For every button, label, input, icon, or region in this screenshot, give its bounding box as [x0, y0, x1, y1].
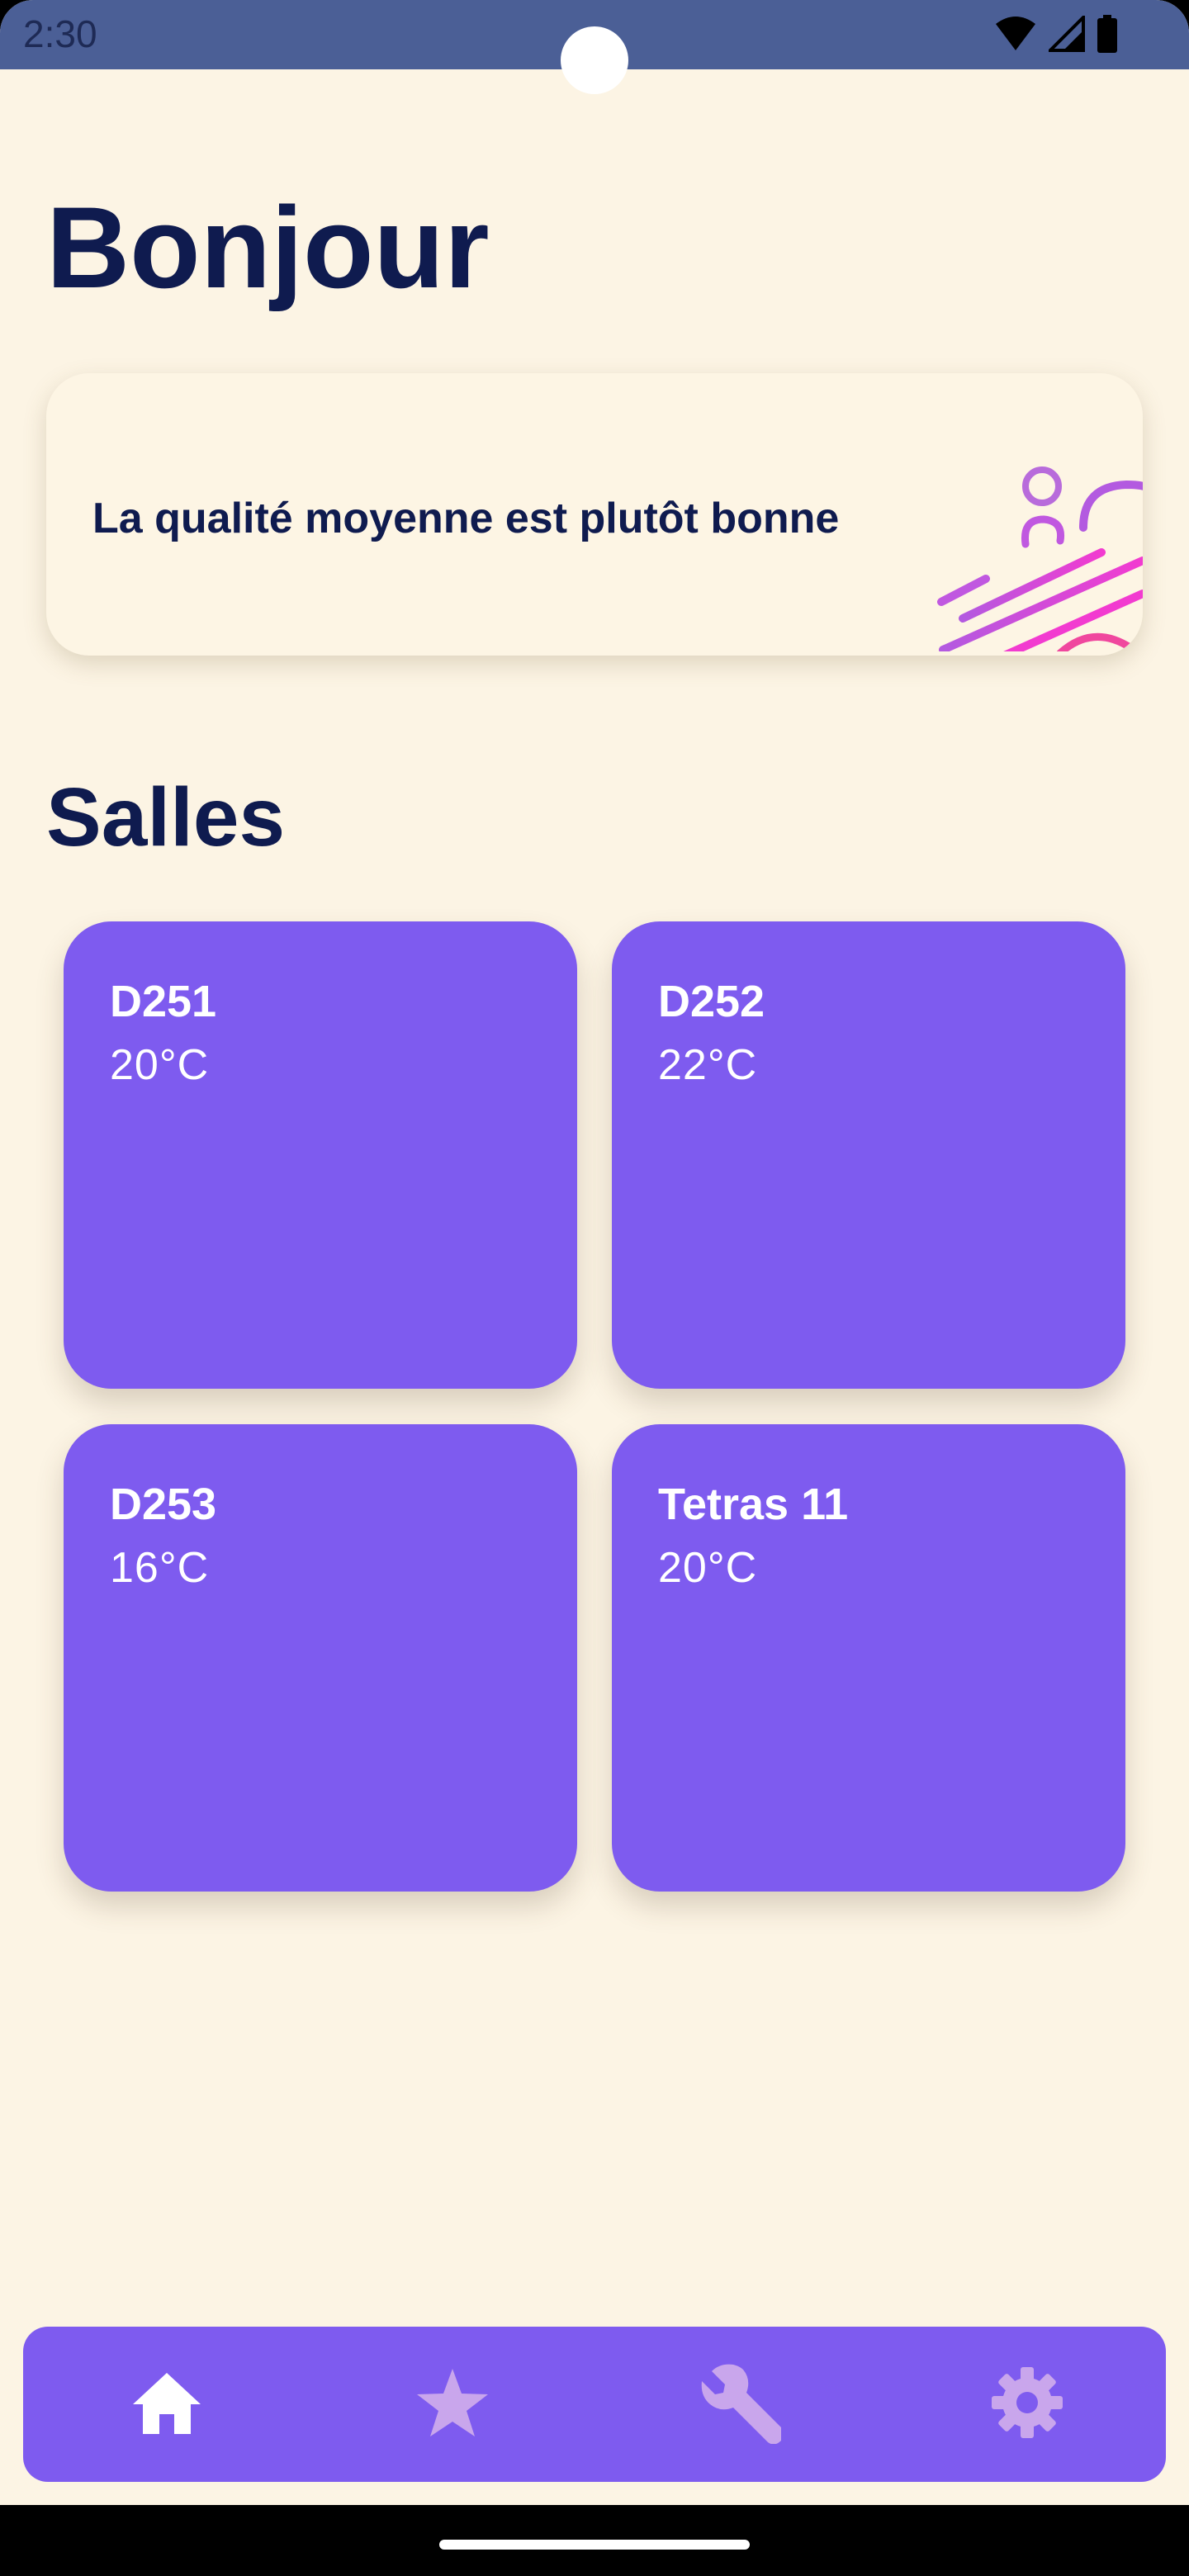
camera-cutout: [561, 26, 628, 94]
room-name: D251: [110, 977, 217, 1026]
air-quality-card[interactable]: La qualité moyenne est plutôt bonne: [46, 373, 1143, 656]
nav-item-favorites[interactable]: [411, 2363, 494, 2446]
room-temperature: 20°C: [658, 1544, 758, 1592]
status-icons: [994, 13, 1118, 54]
rooms-section-title: Salles: [46, 771, 286, 864]
status-time: 2:30: [23, 12, 97, 55]
home-icon: [130, 2370, 204, 2440]
battery-icon: [1097, 15, 1118, 53]
nav-item-home[interactable]: [126, 2363, 208, 2446]
room-temperature: 16°C: [110, 1544, 210, 1592]
bottom-navigation: [23, 2327, 1166, 2482]
greeting-title: Bonjour: [46, 182, 490, 312]
star-icon: [415, 2367, 490, 2442]
room-card[interactable]: Tetras 11 20°C: [612, 1424, 1125, 1892]
gesture-navigation-bar[interactable]: [439, 2540, 750, 2550]
room-name: Tetras 11: [658, 1480, 849, 1529]
air-quality-message: La qualité moyenne est plutôt bonne: [92, 495, 840, 542]
wifi-icon: [994, 16, 1037, 52]
wrench-icon: [699, 2361, 784, 2448]
nav-item-settings[interactable]: [986, 2363, 1068, 2446]
room-temperature: 22°C: [658, 1041, 758, 1089]
signal-icon: [1049, 16, 1085, 52]
room-card[interactable]: D251 20°C: [64, 921, 577, 1389]
room-card[interactable]: D252 22°C: [612, 921, 1125, 1389]
wind-illustration-icon: [936, 462, 1143, 656]
gear-icon: [990, 2365, 1064, 2444]
app-screen: 2:30 Bonjour La qualité moyenne est plut…: [0, 0, 1189, 2505]
room-name: D252: [658, 977, 765, 1026]
room-name: D253: [110, 1480, 217, 1529]
room-card[interactable]: D253 16°C: [64, 1424, 577, 1892]
nav-item-tools[interactable]: [699, 2361, 784, 2448]
room-temperature: 20°C: [110, 1041, 210, 1089]
